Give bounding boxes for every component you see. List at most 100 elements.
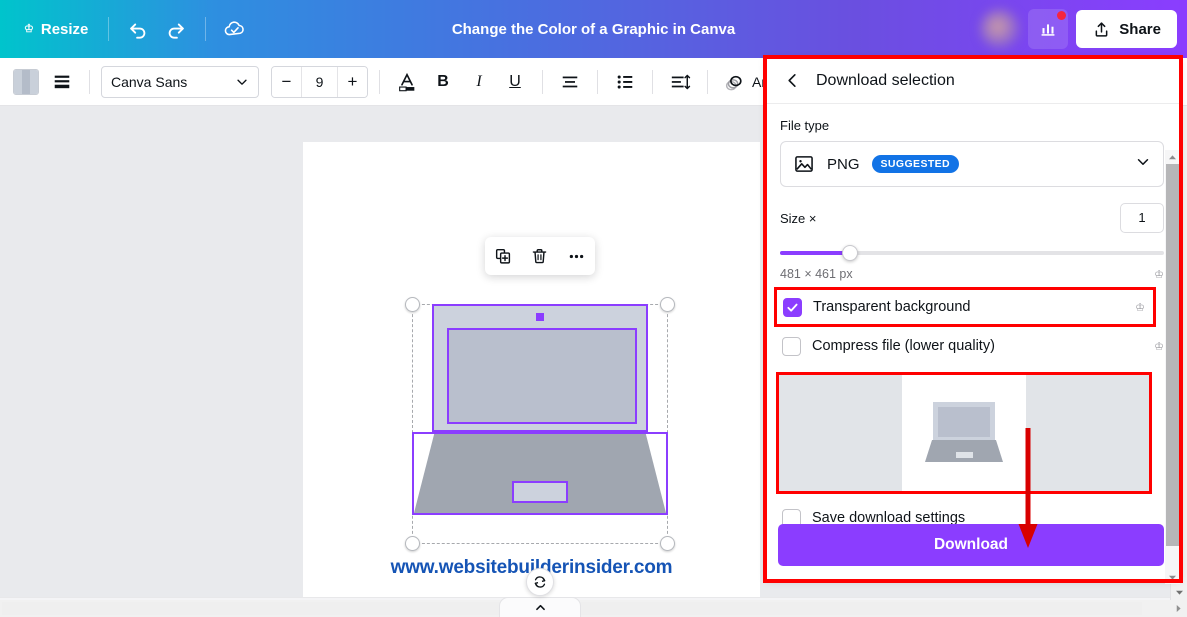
- laptop-screen[interactable]: [447, 328, 637, 424]
- bold-button[interactable]: B: [427, 66, 459, 98]
- dimensions-row: 481 × 461 px ♔: [780, 267, 1164, 281]
- font-family-select[interactable]: Canva Sans: [101, 66, 259, 98]
- crown-pro-icon: ♔: [1154, 340, 1164, 353]
- divider: [652, 70, 653, 94]
- back-button[interactable]: [782, 71, 802, 91]
- panel-scroll-up-arrow[interactable]: [1165, 150, 1180, 164]
- size-row: Size × 1: [780, 203, 1164, 233]
- font-size-increase-button[interactable]: +: [338, 67, 367, 97]
- transparent-background-row[interactable]: Transparent background ♔: [783, 291, 1145, 323]
- resize-handle-top-right[interactable]: [660, 297, 675, 312]
- panel-scroll-thumb[interactable]: [1166, 164, 1179, 546]
- laptop-touchpad[interactable]: [512, 481, 568, 503]
- font-size-stepper: − 9 +: [271, 66, 368, 98]
- browser-horizontal-scrollbar[interactable]: [0, 600, 1187, 617]
- share-label: Share: [1119, 21, 1161, 38]
- check-icon: [786, 301, 799, 314]
- cloud-saved-icon: [223, 17, 247, 41]
- more-options-button[interactable]: [563, 242, 591, 270]
- share-button[interactable]: Share: [1076, 10, 1177, 48]
- compress-file-checkbox[interactable]: [782, 337, 801, 356]
- font-size-input[interactable]: 9: [301, 67, 338, 97]
- crown-pro-icon: ♔: [1154, 268, 1164, 281]
- page-collapse-tab[interactable]: [499, 597, 581, 617]
- panel-scroll-down-arrow[interactable]: [1165, 570, 1180, 584]
- text-color-button[interactable]: [391, 66, 423, 98]
- transparent-background-highlight: Transparent background ♔: [774, 287, 1156, 327]
- file-type-select[interactable]: PNG SUGGESTED: [780, 141, 1164, 187]
- download-panel: Download selection File type PNG SUGGEST…: [766, 58, 1180, 580]
- avatar[interactable]: [980, 9, 1020, 49]
- compress-file-row[interactable]: Compress file (lower quality) ♔: [780, 330, 1164, 362]
- duplicate-icon: [494, 247, 513, 266]
- download-button[interactable]: Download: [778, 524, 1164, 566]
- crown-pro-icon: ♔: [1135, 301, 1145, 314]
- divider: [108, 17, 109, 41]
- underline-button[interactable]: U: [499, 66, 531, 98]
- align-button[interactable]: [554, 66, 586, 98]
- divider: [542, 70, 543, 94]
- insights-button[interactable]: [1028, 9, 1068, 49]
- divider: [707, 70, 708, 94]
- color-swatch-button[interactable]: [10, 66, 42, 98]
- top-bar: ♔ Resize: [0, 0, 1187, 58]
- laptop-base[interactable]: [412, 432, 668, 515]
- scroll-down-arrow[interactable]: [1171, 584, 1187, 601]
- top-bar-right-group: Share: [980, 0, 1177, 58]
- bullet-list-button[interactable]: [609, 66, 641, 98]
- size-label: Size ×: [780, 211, 817, 226]
- undo-button[interactable]: [119, 10, 157, 48]
- duplicate-button[interactable]: [489, 242, 517, 270]
- rotate-button[interactable]: [526, 568, 554, 596]
- panel-scrollbar[interactable]: [1165, 150, 1180, 584]
- size-slider[interactable]: [780, 243, 1164, 263]
- text-style-button[interactable]: [46, 66, 78, 98]
- chevron-down-icon: [1135, 154, 1151, 175]
- preview-side-left: [779, 375, 902, 491]
- chevron-down-icon: [235, 75, 249, 89]
- underline-label: U: [509, 73, 521, 91]
- delete-button[interactable]: [526, 242, 554, 270]
- top-resize-handle[interactable]: [536, 313, 544, 321]
- selected-laptop-graphic[interactable]: [412, 304, 668, 544]
- top-bar-left-group: ♔ Resize: [0, 0, 254, 58]
- font-size-decrease-button[interactable]: −: [272, 67, 301, 97]
- download-preview[interactable]: [779, 375, 1149, 491]
- bar-chart-icon: [1037, 18, 1059, 40]
- resize-button[interactable]: ♔ Resize: [14, 15, 98, 44]
- divider: [89, 70, 90, 94]
- slider-fill: [780, 251, 848, 255]
- text-color-icon: [396, 71, 418, 93]
- resize-handle-bottom-left[interactable]: [405, 536, 420, 551]
- laptop-lid[interactable]: [432, 304, 648, 432]
- scroll-right-arrow[interactable]: [1170, 600, 1187, 617]
- chevron-up-icon: [534, 603, 547, 612]
- transparent-background-checkbox[interactable]: [783, 298, 802, 317]
- delete-icon: [530, 247, 549, 266]
- resize-handle-bottom-right[interactable]: [660, 536, 675, 551]
- download-panel-body: File type PNG SUGGESTED Size × 1: [766, 104, 1180, 580]
- preview-thumbnail: [902, 375, 1026, 491]
- italic-button[interactable]: I: [463, 66, 495, 98]
- dimensions-text: 481 × 461 px: [780, 267, 853, 281]
- size-input[interactable]: 1: [1120, 203, 1164, 233]
- divider: [205, 17, 206, 41]
- align-icon: [559, 72, 581, 92]
- canva-editor-window: ♔ Resize: [0, 0, 1187, 617]
- file-type-label: File type: [780, 118, 1164, 133]
- line-spacing-icon: [669, 72, 691, 92]
- image-icon: [793, 153, 815, 175]
- font-family-value: Canva Sans: [111, 74, 187, 90]
- rotate-icon: [532, 574, 548, 590]
- mini-laptop-icon: [925, 402, 1003, 464]
- preview-highlight: [776, 372, 1152, 494]
- cloud-saved-button[interactable]: [216, 10, 254, 48]
- suggested-badge: SUGGESTED: [872, 155, 960, 173]
- bold-label: B: [437, 73, 449, 91]
- text-style-icon: [51, 72, 73, 92]
- resize-handle-top-left[interactable]: [405, 297, 420, 312]
- divider: [379, 70, 380, 94]
- line-spacing-button[interactable]: [664, 66, 696, 98]
- slider-knob[interactable]: [842, 245, 858, 261]
- redo-button[interactable]: [157, 10, 195, 48]
